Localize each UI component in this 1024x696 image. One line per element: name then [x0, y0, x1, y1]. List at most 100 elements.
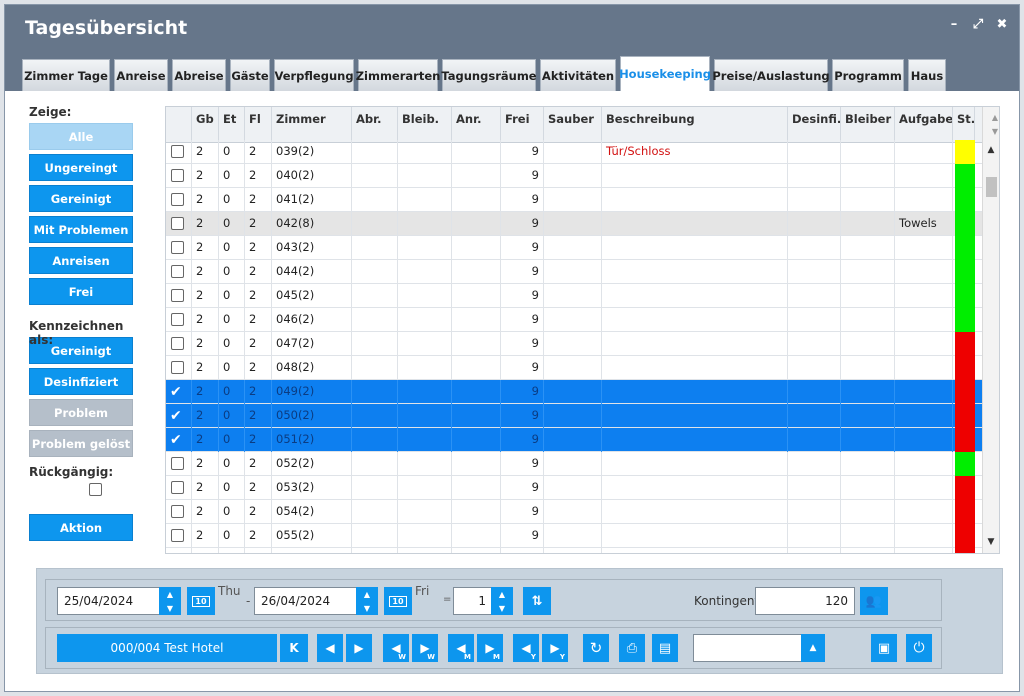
row-select-cell[interactable] [166, 260, 192, 284]
column-header-desinfi-[interactable]: Desinfi. [788, 107, 841, 143]
table-row[interactable]: 202056(2)9 [166, 548, 982, 554]
mark-desinfiziert-button[interactable]: Desinfiziert [29, 368, 133, 395]
column-header-beschreibung[interactable]: Beschreibung [602, 107, 788, 143]
row-checkbox[interactable] [171, 265, 184, 278]
row-checkbox[interactable] [171, 337, 184, 350]
tab-programm[interactable]: Programm [832, 59, 904, 91]
table-row[interactable]: 2 0 2 042(8) 9 Towels [166, 212, 982, 236]
row-select-cell[interactable] [166, 500, 192, 524]
next-month-icon[interactable]: ▶ M [477, 634, 503, 662]
row-checkbox[interactable] [171, 193, 184, 206]
row-select-cell[interactable]: ✔ [166, 380, 192, 404]
tab-aktivitäten[interactable]: Aktivitäten [540, 59, 616, 91]
row-select-cell[interactable] [166, 140, 192, 164]
table-row[interactable]: 2 0 2 055(2) 9 [166, 524, 982, 548]
table-row[interactable]: ✔ 2 0 2 050(2) 9 [166, 404, 982, 428]
table-row[interactable]: 2 0 2 044(2) 9 [166, 260, 982, 284]
show-gereinigt-button[interactable]: Gereinigt [29, 185, 133, 212]
row-checkbox[interactable] [171, 505, 184, 518]
scroll-thumb[interactable] [986, 177, 997, 197]
luggage-icon[interactable]: ▣ [871, 634, 897, 662]
tab-gäste[interactable]: Gäste [230, 59, 270, 91]
column-header-sauber[interactable]: Sauber [544, 107, 602, 143]
table-row[interactable]: 2 0 2 040(2) 9 [166, 164, 982, 188]
row-select-cell[interactable] [166, 524, 192, 548]
tab-anreise[interactable]: Anreise [114, 59, 168, 91]
mark-problem-button[interactable]: Problem [29, 399, 133, 426]
scroll-down-icon[interactable]: ▼ [983, 537, 999, 551]
to-date-input[interactable]: 26/04/2024 [254, 587, 358, 615]
prev-week-icon[interactable]: ◀ W [383, 634, 409, 662]
to-calendar-icon[interactable]: 10 [384, 587, 412, 615]
row-select-cell[interactable] [166, 164, 192, 188]
tab-tagungsräume[interactable]: Tagungsräume [441, 59, 537, 91]
row-select-cell[interactable] [166, 332, 192, 356]
row-checkbox[interactable] [171, 241, 184, 254]
days-input[interactable]: 1 [453, 587, 493, 615]
close-icon[interactable]: ✖ [995, 17, 1009, 32]
next-day-icon[interactable]: ▶ [346, 634, 372, 662]
row-select-cell[interactable] [166, 212, 192, 236]
next-week-icon[interactable]: ▶ W [412, 634, 438, 662]
column-header-zimmer[interactable]: Zimmer [272, 107, 352, 143]
show-alle-button[interactable]: Alle [29, 123, 133, 150]
column-header-st-[interactable]: St. [953, 107, 975, 143]
scroll-up-icon[interactable]: ▲ [983, 145, 999, 159]
users-icon[interactable]: 👥 [860, 587, 888, 615]
row-select-cell[interactable] [166, 308, 192, 332]
days-spinner[interactable]: ▲ ▼ [491, 587, 513, 615]
row-checkbox[interactable] [171, 457, 184, 470]
row-select-cell[interactable]: ✔ [166, 428, 192, 452]
table-row[interactable]: 2 0 2 048(2) 9 [166, 356, 982, 380]
tab-verpflegung[interactable]: Verpflegung [274, 59, 354, 91]
table-row[interactable]: ✔ 2 0 2 049(2) 9 [166, 380, 982, 404]
checked-icon[interactable]: ✔ [170, 429, 182, 451]
minimize-icon[interactable]: – [947, 17, 961, 32]
table-row[interactable]: ✔ 2 0 2 051(2) 9 [166, 428, 982, 452]
next-year-icon[interactable]: ▶ Y [542, 634, 568, 662]
column-header-anr-[interactable]: Anr. [452, 107, 501, 143]
column-header-abr-[interactable]: Abr. [352, 107, 398, 143]
table-row[interactable]: 2 0 2 041(2) 9 [166, 188, 982, 212]
row-checkbox[interactable] [171, 553, 184, 554]
prev-month-icon[interactable]: ◀ M [448, 634, 474, 662]
table-row[interactable]: 2 0 2 039(2) 9 Tür/Schloss [166, 140, 982, 164]
k-button[interactable]: K [280, 634, 308, 662]
column-header-fl[interactable]: Fl [245, 107, 272, 143]
from-date-input[interactable]: 25/04/2024 [57, 587, 161, 615]
row-select-cell[interactable] [166, 284, 192, 308]
table-row[interactable]: 2 0 2 043(2) 9 [166, 236, 982, 260]
tab-zimmer-tage[interactable]: Zimmer Tage [22, 59, 110, 91]
show-frei-button[interactable]: Frei [29, 278, 133, 305]
column-header-bleiber-i[interactable]: Bleiber I [841, 107, 895, 143]
column-header-et[interactable]: Et [219, 107, 245, 143]
row-select-cell[interactable]: ✔ [166, 404, 192, 428]
print-icon[interactable]: ⎙ [619, 634, 645, 662]
column-header-frei[interactable]: Frei [501, 107, 544, 143]
row-checkbox[interactable] [171, 145, 184, 158]
power-icon[interactable]: ⏻ [906, 634, 932, 662]
swap-sort-icon[interactable]: ⇅ [523, 587, 551, 615]
hotel-selector-button[interactable]: 000/004 Test Hotel [57, 634, 277, 662]
table-row[interactable]: 2 0 2 047(2) 9 [166, 332, 982, 356]
export-document-icon[interactable]: ▤ [652, 634, 678, 662]
row-checkbox[interactable] [171, 217, 184, 230]
show-mit-problemen-button[interactable]: Mit Problemen [29, 216, 133, 243]
prev-year-icon[interactable]: ◀ Y [513, 634, 539, 662]
row-checkbox[interactable] [171, 169, 184, 182]
from-date-spinner[interactable]: ▲ ▼ [159, 587, 181, 615]
prev-day-icon[interactable]: ◀ [317, 634, 343, 662]
column-header-gb[interactable]: Gb [192, 107, 219, 143]
table-row[interactable]: 2 0 2 046(2) 9 [166, 308, 982, 332]
table-row[interactable]: 2 0 2 054(2) 9 [166, 500, 982, 524]
tab-zimmerarten[interactable]: Zimmerarten [356, 59, 440, 91]
from-calendar-icon[interactable]: 10 [187, 587, 215, 615]
maximize-icon[interactable]: ⤢ [971, 17, 985, 32]
column-header-aufgabe[interactable]: Aufgabe [895, 107, 953, 143]
dropdown-arrow-icon[interactable]: ▲ [801, 634, 825, 662]
row-select-cell[interactable] [166, 476, 192, 500]
vertical-scrollbar[interactable]: ▲ ▼ ▲ ▼ [982, 107, 999, 553]
checked-icon[interactable]: ✔ [170, 405, 182, 427]
row-checkbox[interactable] [171, 529, 184, 542]
row-checkbox[interactable] [171, 361, 184, 374]
